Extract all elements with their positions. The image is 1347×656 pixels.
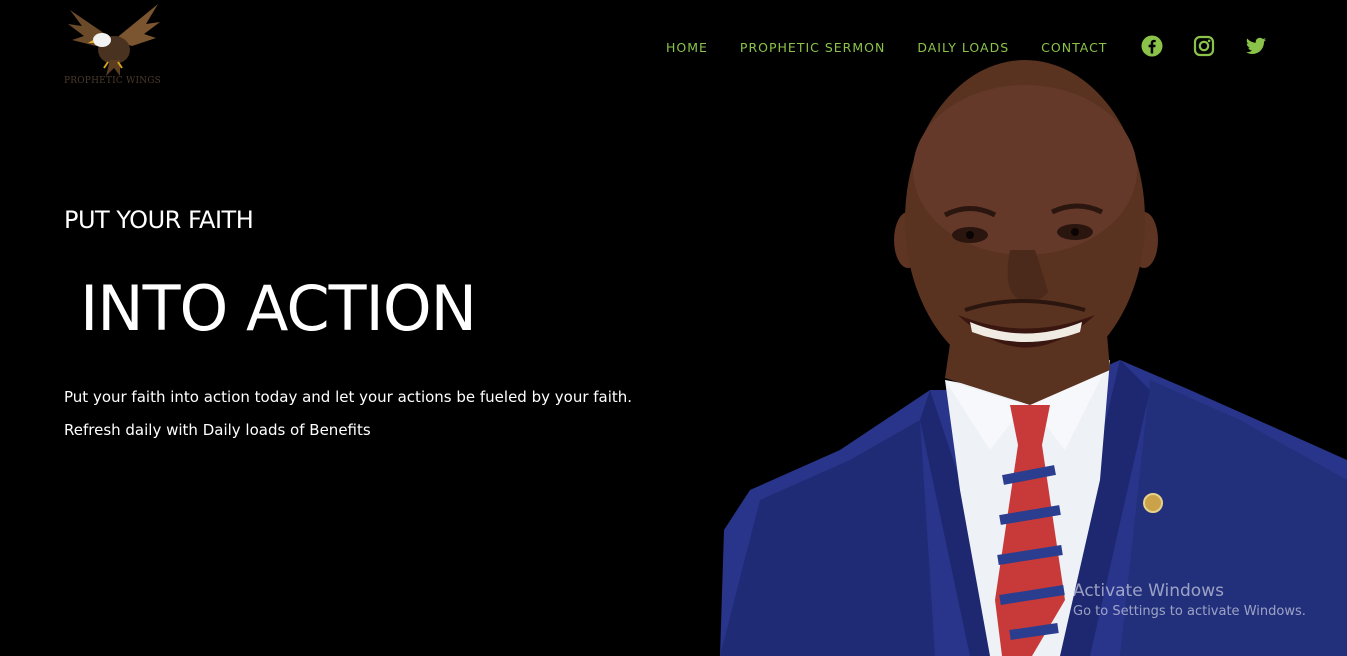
eagle-icon bbox=[68, 4, 160, 76]
hero-description: Put your faith into action today and let… bbox=[64, 388, 633, 406]
nav-contact[interactable]: CONTACT bbox=[1041, 40, 1107, 55]
landing-page: PROPHETIC WINGS HOME PROPHETIC SERMON DA… bbox=[0, 0, 1347, 656]
nav-daily-loads[interactable]: DAILY LOADS bbox=[917, 40, 1009, 55]
nav-prophetic-sermon[interactable]: PROPHETIC SERMON bbox=[740, 40, 885, 55]
hero-subtitle: PUT YOUR FAITH bbox=[64, 206, 254, 234]
main-nav: HOME PROPHETIC SERMON DAILY LOADS CONTAC… bbox=[666, 40, 1107, 55]
twitter-icon[interactable] bbox=[1245, 35, 1267, 57]
activate-windows-watermark: Activate Windows Go to Settings to activ… bbox=[1073, 580, 1306, 622]
pastor-portrait bbox=[720, 60, 1347, 656]
facebook-icon[interactable] bbox=[1141, 35, 1163, 57]
watermark-title: Activate Windows bbox=[1073, 581, 1224, 601]
nav-home[interactable]: HOME bbox=[666, 40, 708, 55]
hero-title: INTO ACTION bbox=[80, 272, 477, 345]
instagram-icon[interactable] bbox=[1193, 35, 1215, 57]
logo[interactable]: PROPHETIC WINGS bbox=[62, 2, 166, 92]
hero-tagline: Refresh daily with Daily loads of Benefi… bbox=[64, 421, 371, 439]
watermark-subtitle: Go to Settings to activate Windows. bbox=[1073, 604, 1306, 619]
logo-text: PROPHETIC WINGS bbox=[64, 76, 162, 86]
